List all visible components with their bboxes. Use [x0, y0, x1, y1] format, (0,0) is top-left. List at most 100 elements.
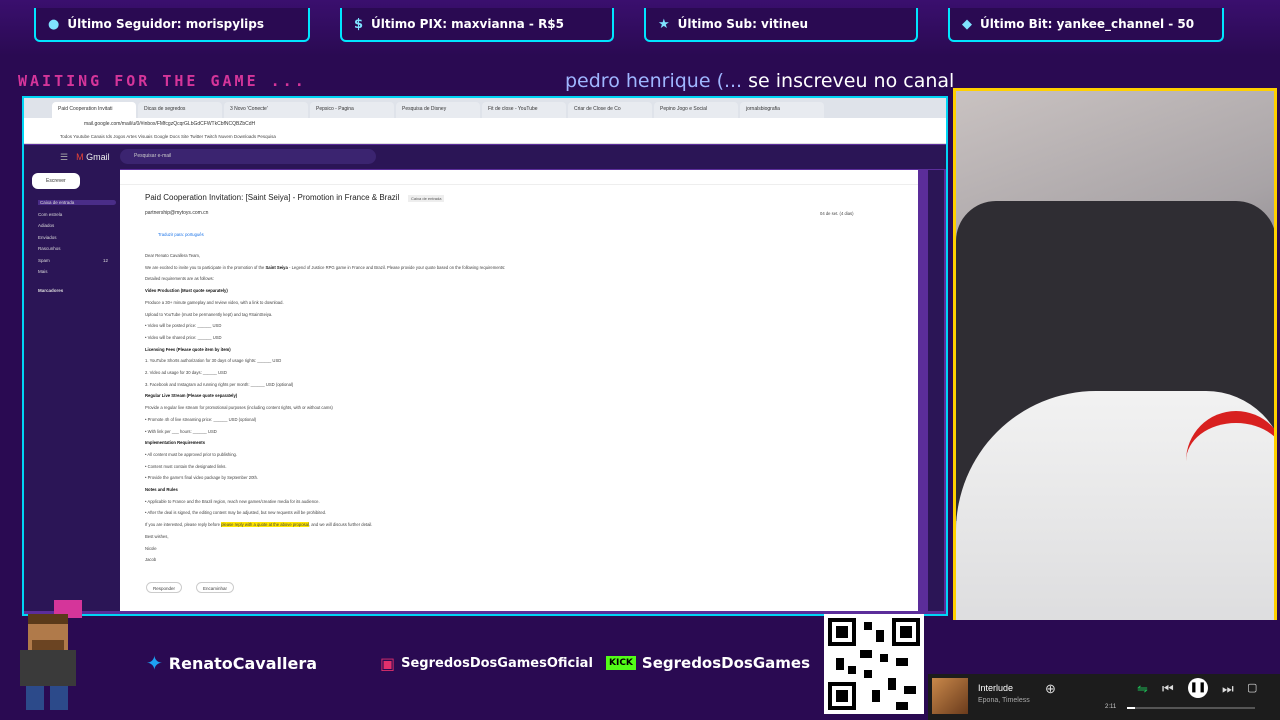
- alert-text: Último Sub: vitineu: [677, 17, 809, 31]
- email-body-text: 3. Facebook and Instagram ad running rig…: [145, 381, 294, 387]
- email-date: 04 de set. (4 dias): [820, 211, 854, 216]
- email-body-text: • With link per ___ hours: ______ USD: [145, 428, 217, 434]
- sidebar-item-caixa-de-entrada[interactable]: Caixa de entrada: [38, 200, 116, 205]
- social-twitter[interactable]: ✦ RenatoCavallera: [146, 648, 317, 678]
- email-body-line: Upload to YouTube (must be permanently k…: [145, 312, 272, 317]
- email-toolbar: [120, 170, 918, 185]
- browser-tab[interactable]: Dicas de segredos: [138, 102, 222, 118]
- email-body-line: Licensing Fees (Please quote item by ite…: [145, 347, 231, 352]
- qr-caption: livepix.gg/segredosdosgames: [826, 602, 919, 609]
- email-body-line: We are excited to invite you to particip…: [145, 265, 505, 270]
- browser-tab[interactable]: 3 Novo 'Conecte': [224, 102, 308, 118]
- sidebar-item-rascunhos[interactable]: Rascunhos: [38, 246, 114, 251]
- track-time: 2:11: [1105, 704, 1117, 710]
- email-body-line: If you are interested, please reply befo…: [145, 522, 373, 528]
- sidebar-item-spam[interactable]: Spam 12: [38, 258, 114, 263]
- email-body-line: Regular Live Stream (Please quote separa…: [145, 393, 237, 398]
- album-art: [932, 678, 968, 714]
- email-body-line: • After the deal is signed, the editing …: [145, 510, 326, 515]
- browser-tab[interactable]: Criar de Close de Co: [568, 102, 652, 118]
- email-body-bold: Saint Seiya: [265, 264, 288, 270]
- previous-icon[interactable]: ⏮: [1162, 681, 1174, 697]
- email-body-text: 1. YouTube Shorts authorization for 30 d…: [145, 358, 282, 364]
- diamond-icon: ◆: [962, 16, 972, 32]
- add-icon[interactable]: ⊕: [1045, 681, 1056, 697]
- twitter-icon: ✦: [146, 651, 163, 675]
- reply-button[interactable]: Responder: [146, 582, 183, 593]
- shuffle-icon[interactable]: ⇋: [1137, 681, 1148, 697]
- gmail-logo[interactable]: ☰ M Gmail: [60, 152, 110, 163]
- email-subject: Paid Cooperation Invitation: [Saint Seiy…: [145, 193, 400, 202]
- social-kick[interactable]: KICK SegredosDosGames: [606, 648, 810, 678]
- sidebar-item-count: 12: [102, 257, 108, 263]
- email-body-line: • Promote 4h of live streaming price: __…: [145, 417, 256, 422]
- email-body-line: 1. YouTube Shorts authorization for 30 d…: [145, 358, 281, 363]
- forward-button[interactable]: Encaminhar: [196, 582, 235, 593]
- sidebar-item-mais[interactable]: Mais: [38, 269, 114, 274]
- sidebar-item-adiados[interactable]: Adiados: [38, 223, 114, 228]
- social-instagram[interactable]: ▣ SegredosDosGamesOficial: [380, 648, 593, 678]
- email-body-line: 3. Facebook and Instagram ad running rig…: [145, 382, 293, 387]
- email-body-line: • With link per ___ hours: ______ USD: [145, 429, 217, 434]
- webcam-feed: [953, 88, 1277, 670]
- email-view: [120, 170, 918, 611]
- alert-text: Último Seguidor: morispylips: [67, 17, 265, 31]
- email-body-text: • Provide the game's final video package…: [145, 475, 259, 481]
- browser-tab[interactable]: Pesquisa de Disney: [396, 102, 480, 118]
- star-icon: ★: [658, 16, 670, 32]
- labels-heading: Marcadores: [38, 288, 64, 293]
- email-body-bold: Notes and Rules: [145, 487, 178, 492]
- email-sender[interactable]: partnership@mytoys.com.cn: [145, 210, 208, 216]
- progress-track[interactable]: [1127, 707, 1255, 709]
- alert-last-follower: ● Último Seguidor: morispylips: [34, 8, 310, 42]
- browser-tab[interactable]: Fit de close - YouTube: [482, 102, 566, 118]
- email-body-line: Notes and Rules: [145, 487, 178, 492]
- email-body-line: Implementation Requirements: [145, 440, 205, 445]
- translate-link[interactable]: Traduzir para: português: [158, 232, 204, 237]
- email-body-after: , and we will discuss further detail.: [308, 522, 373, 528]
- sidebar-item-label: Rascunhos: [38, 246, 61, 251]
- browser-tab[interactable]: Pepino Jogo e Social: [654, 102, 738, 118]
- email-body-text: Nicole: [145, 545, 157, 551]
- sidebar-item-enviados[interactable]: Enviados: [38, 235, 114, 240]
- menu-icon[interactable]: ☰: [60, 152, 68, 162]
- email-body-line: • Video will be posted price: ______ USD: [145, 323, 221, 328]
- side-panel-strip: [928, 170, 944, 611]
- qr-code[interactable]: [824, 614, 924, 714]
- lyrics-icon[interactable]: ▢: [1247, 681, 1257, 694]
- ticker-name: pedro henrique (...: [565, 70, 743, 92]
- dollar-icon: $: [354, 16, 364, 32]
- pause-icon[interactable]: ❚❚: [1188, 678, 1208, 698]
- email-body-text: Best wishes,: [145, 533, 169, 539]
- browser-tab[interactable]: Paid Cooperation Invitati: [52, 102, 136, 118]
- sidebar-item-label: Mais: [38, 269, 48, 274]
- email-body-line: Provide a regular live stream for promot…: [145, 405, 333, 410]
- address-bar[interactable]: mail.google.com/mail/u/0/#inbox/FMfcgzQc…: [24, 118, 946, 132]
- sidebar-item-label: Caixa de entrada: [40, 200, 75, 205]
- email-body-text: If you are interested, please reply befo…: [145, 522, 222, 528]
- gmail-search-input[interactable]: Pesquisar e-mail: [120, 149, 376, 164]
- email-body-line: Detailed requirements are as follows:: [145, 276, 214, 281]
- email-body-line: • All content must be approved prior to …: [145, 452, 237, 457]
- email-body-text: • Content must contain the designated li…: [145, 463, 227, 469]
- sidebar-item-label: Adiados: [38, 223, 55, 228]
- compose-button[interactable]: Escrever: [32, 173, 80, 189]
- pixel-character-avatar: [20, 600, 82, 710]
- email-body-text: Jacob: [145, 557, 157, 563]
- social-kick-text: SegredosDosGames: [641, 654, 811, 672]
- track-title: Interlude: [978, 683, 1014, 693]
- sidebar-item-com-estrela[interactable]: Com estrela: [38, 212, 114, 217]
- email-body-hl: please reply with a quote at the above p…: [221, 522, 309, 528]
- sidebar-item-label: Spam: [38, 257, 50, 263]
- kick-icon: KICK: [606, 656, 636, 670]
- person-icon: ●: [48, 16, 60, 32]
- subscriber-ticker: pedro henrique (... se inscreveu no cana…: [565, 70, 954, 92]
- email-body-text: Provide a regular live stream for promot…: [145, 405, 333, 411]
- progress-fill: [1127, 707, 1135, 709]
- alert-text: Último Bit: yankee_channel - 50: [980, 17, 1195, 31]
- inbox-label-chip[interactable]: Caixa de entrada: [408, 195, 445, 202]
- email-body-line: • Applicable to France and the Brazil re…: [145, 499, 320, 504]
- next-icon[interactable]: ⏭: [1222, 681, 1234, 697]
- browser-tab[interactable]: Pepsico - Pagina: [310, 102, 394, 118]
- browser-tab[interactable]: jornalsbiografia: [740, 102, 824, 118]
